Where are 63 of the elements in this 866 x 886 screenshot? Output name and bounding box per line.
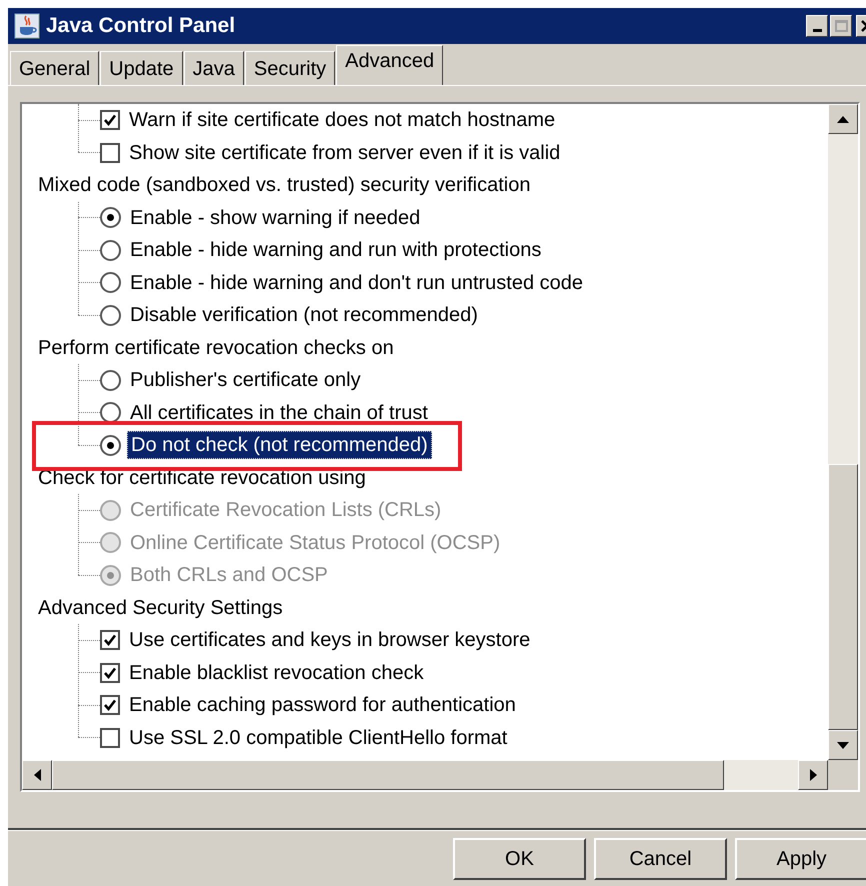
minimize-button[interactable] bbox=[806, 15, 828, 37]
option-label: Certificate Revocation Lists (CRLs) bbox=[129, 498, 442, 524]
option-label: Warn if site certificate does not match hostname bbox=[128, 108, 556, 134]
checkmark-icon bbox=[103, 113, 117, 128]
vertical-scrollbar[interactable] bbox=[828, 104, 858, 760]
option-label: Show site certificate from server even if it is valid bbox=[128, 140, 562, 166]
java-cup-icon bbox=[14, 13, 40, 39]
radio-button[interactable] bbox=[100, 434, 121, 456]
dialog-button[interactable]: OK bbox=[453, 838, 586, 880]
option-label: Enable caching password for authentication bbox=[128, 693, 517, 718]
horizontal-scrollbar[interactable] bbox=[22, 760, 828, 790]
checkbox[interactable] bbox=[100, 662, 120, 683]
checkmark-icon bbox=[103, 633, 117, 648]
scroll-down-button[interactable] bbox=[828, 730, 858, 760]
left-arrow-icon bbox=[34, 769, 40, 781]
option-label: Publisher's certificate only bbox=[129, 368, 362, 394]
radio-button[interactable] bbox=[100, 402, 121, 424]
group-heading: Advanced Security Settings bbox=[37, 596, 284, 621]
checkbox[interactable] bbox=[100, 142, 120, 163]
option-label: Do not check (not recommended) bbox=[127, 431, 432, 460]
radio-button[interactable] bbox=[100, 207, 121, 228]
option-label: All certificates in the chain of trust bbox=[129, 400, 429, 426]
option-label: Enable - hide warning and don't run untrusted code bbox=[129, 270, 584, 296]
option-label: Disable verification (not recommended) bbox=[129, 303, 479, 328]
option-label: Enable blacklist revocation check bbox=[128, 660, 425, 686]
group-heading: Perform certificate revocation checks on bbox=[37, 336, 395, 361]
option-label: Enable - hide warning and run with protections bbox=[129, 238, 542, 264]
checkbox[interactable] bbox=[100, 630, 120, 650]
scroll-up-button[interactable] bbox=[828, 104, 858, 134]
checkmark-icon bbox=[103, 698, 117, 712]
checkbox[interactable] bbox=[100, 695, 120, 716]
group-heading: Check for certificate revocation using bbox=[37, 466, 367, 491]
option-label: Online Certificate Status Protocol (OCSP) bbox=[129, 530, 502, 556]
radio-button[interactable] bbox=[100, 240, 121, 261]
tab[interactable]: Security bbox=[244, 51, 336, 85]
option-label: Use SSL 2.0 compatible ClientHello format bbox=[128, 726, 508, 751]
maximize-button[interactable] bbox=[830, 15, 852, 37]
scroll-thumb[interactable] bbox=[828, 464, 858, 730]
window-title: Java Control Panel bbox=[46, 13, 236, 40]
tab[interactable]: Update bbox=[100, 51, 183, 85]
checkbox[interactable] bbox=[100, 110, 120, 130]
radio-button[interactable] bbox=[100, 370, 121, 391]
option-label: Use certificates and keys in browser keystore bbox=[128, 628, 532, 654]
dialog-button[interactable]: Cancel bbox=[594, 838, 727, 880]
scroll-right-button[interactable] bbox=[798, 760, 828, 790]
scroll-left-button[interactable] bbox=[22, 760, 52, 790]
tab[interactable]: General bbox=[10, 51, 100, 85]
radio-button[interactable] bbox=[100, 304, 121, 326]
option-label: Enable - show warning if needed bbox=[129, 206, 422, 231]
checkbox[interactable] bbox=[100, 728, 120, 748]
right-arrow-icon bbox=[810, 769, 817, 781]
tab[interactable]: Advanced bbox=[336, 45, 444, 85]
maximize-icon bbox=[834, 20, 848, 32]
scroll-thumb[interactable] bbox=[52, 760, 724, 790]
group-heading: Mixed code (sandboxed vs. trusted) security verification bbox=[37, 173, 532, 198]
checkmark-icon bbox=[103, 666, 117, 680]
up-arrow-icon bbox=[837, 116, 850, 122]
radio-button[interactable] bbox=[100, 272, 121, 294]
down-arrow-icon bbox=[837, 742, 850, 748]
dialog-button[interactable]: Apply bbox=[735, 838, 866, 880]
tab[interactable]: Java bbox=[184, 51, 244, 85]
option-label: Both CRLs and OCSP bbox=[129, 563, 329, 588]
minimize-icon bbox=[812, 29, 822, 32]
